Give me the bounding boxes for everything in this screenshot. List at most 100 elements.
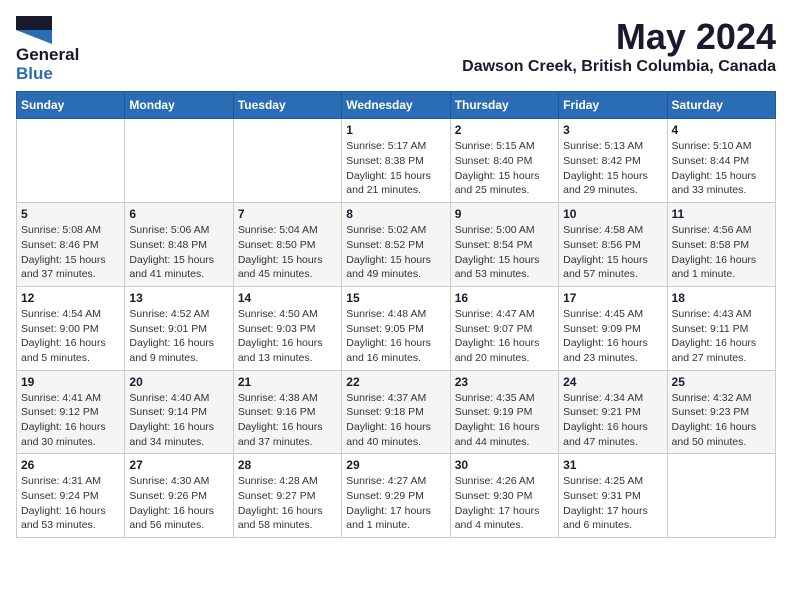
calendar-cell xyxy=(667,454,775,538)
calendar-cell: 6 Sunrise: 5:06 AMSunset: 8:48 PMDaylight… xyxy=(125,203,233,287)
logo-general-text: General xyxy=(16,46,79,65)
day-info: Sunrise: 5:10 AMSunset: 8:44 PMDaylight:… xyxy=(672,139,771,198)
day-number: 15 xyxy=(346,291,445,305)
calendar-cell: 9 Sunrise: 5:00 AMSunset: 8:54 PMDaylight… xyxy=(450,203,558,287)
week-row-2: 5 Sunrise: 5:08 AMSunset: 8:46 PMDaylight… xyxy=(17,203,776,287)
day-number: 21 xyxy=(238,375,337,389)
day-info: Sunrise: 4:28 AMSunset: 9:27 PMDaylight:… xyxy=(238,474,337,533)
day-number: 12 xyxy=(21,291,120,305)
header-friday: Friday xyxy=(559,92,667,119)
day-number: 3 xyxy=(563,123,662,137)
title-area: May 2024 Dawson Creek, British Columbia,… xyxy=(462,16,776,76)
calendar-cell: 1 Sunrise: 5:17 AMSunset: 8:38 PMDaylight… xyxy=(342,119,450,203)
calendar-cell: 24Sunrise: 4:34 AMSunset: 9:21 PMDayligh… xyxy=(559,370,667,454)
calendar-header-row: Sunday Monday Tuesday Wednesday Thursday… xyxy=(17,92,776,119)
day-number: 8 xyxy=(346,207,445,221)
day-info: Sunrise: 4:35 AMSunset: 9:19 PMDaylight:… xyxy=(455,391,554,450)
day-number: 19 xyxy=(21,375,120,389)
calendar-cell: 4 Sunrise: 5:10 AMSunset: 8:44 PMDaylight… xyxy=(667,119,775,203)
calendar-cell: 12 Sunrise: 4:54 AMSunset: 9:00 PMDayligh… xyxy=(17,286,125,370)
day-info: Sunrise: 5:13 AMSunset: 8:42 PMDaylight:… xyxy=(563,139,662,198)
day-number: 9 xyxy=(455,207,554,221)
day-info: Sunrise: 4:52 AMSunset: 9:01 PMDaylight:… xyxy=(129,307,228,366)
logo: General Blue xyxy=(16,16,79,83)
day-info: Sunrise: 4:47 AMSunset: 9:07 PMDaylight:… xyxy=(455,307,554,366)
day-number: 17 xyxy=(563,291,662,305)
calendar-table: Sunday Monday Tuesday Wednesday Thursday… xyxy=(16,91,776,538)
day-info: Sunrise: 4:50 AMSunset: 9:03 PMDaylight:… xyxy=(238,307,337,366)
calendar-cell: 16 Sunrise: 4:47 AMSunset: 9:07 PMDayligh… xyxy=(450,286,558,370)
calendar-cell xyxy=(125,119,233,203)
calendar-cell: 10 Sunrise: 4:58 AMSunset: 8:56 PMDayligh… xyxy=(559,203,667,287)
header-monday: Monday xyxy=(125,92,233,119)
day-number: 10 xyxy=(563,207,662,221)
header-sunday: Sunday xyxy=(17,92,125,119)
day-info: Sunrise: 5:08 AMSunset: 8:46 PMDaylight:… xyxy=(21,223,120,282)
calendar-cell: 31Sunrise: 4:25 AMSunset: 9:31 PMDayligh… xyxy=(559,454,667,538)
day-number: 16 xyxy=(455,291,554,305)
calendar-cell: 7Sunrise: 5:04 AMSunset: 8:50 PMDaylight… xyxy=(233,203,341,287)
day-number: 5 xyxy=(21,207,120,221)
calendar-cell: 20Sunrise: 4:40 AMSunset: 9:14 PMDayligh… xyxy=(125,370,233,454)
week-row-1: 1 Sunrise: 5:17 AMSunset: 8:38 PMDaylight… xyxy=(17,119,776,203)
day-number: 14 xyxy=(238,291,337,305)
logo-blue-text: Blue xyxy=(16,65,79,84)
location-title: Dawson Creek, British Columbia, Canada xyxy=(462,58,776,76)
day-info: Sunrise: 4:30 AMSunset: 9:26 PMDaylight:… xyxy=(129,474,228,533)
day-info: Sunrise: 4:38 AMSunset: 9:16 PMDaylight:… xyxy=(238,391,337,450)
day-number: 25 xyxy=(672,375,771,389)
day-number: 26 xyxy=(21,458,120,472)
calendar-cell: 18Sunrise: 4:43 AMSunset: 9:11 PMDayligh… xyxy=(667,286,775,370)
week-row-4: 19 Sunrise: 4:41 AMSunset: 9:12 PMDayligh… xyxy=(17,370,776,454)
day-info: Sunrise: 5:00 AMSunset: 8:54 PMDaylight:… xyxy=(455,223,554,282)
day-info: Sunrise: 4:48 AMSunset: 9:05 PMDaylight:… xyxy=(346,307,445,366)
day-number: 6 xyxy=(129,207,228,221)
day-info: Sunrise: 5:06 AMSunset: 8:48 PMDaylight:… xyxy=(129,223,228,282)
day-number: 4 xyxy=(672,123,771,137)
header-wednesday: Wednesday xyxy=(342,92,450,119)
day-info: Sunrise: 4:34 AMSunset: 9:21 PMDaylight:… xyxy=(563,391,662,450)
day-info: Sunrise: 4:54 AMSunset: 9:00 PMDaylight:… xyxy=(21,307,120,366)
day-number: 13 xyxy=(129,291,228,305)
day-number: 11 xyxy=(672,207,771,221)
day-info: Sunrise: 4:37 AMSunset: 9:18 PMDaylight:… xyxy=(346,391,445,450)
day-info: Sunrise: 4:40 AMSunset: 9:14 PMDaylight:… xyxy=(129,391,228,450)
day-info: Sunrise: 4:45 AMSunset: 9:09 PMDaylight:… xyxy=(563,307,662,366)
calendar-cell: 13 Sunrise: 4:52 AMSunset: 9:01 PMDayligh… xyxy=(125,286,233,370)
calendar-cell: 30Sunrise: 4:26 AMSunset: 9:30 PMDayligh… xyxy=(450,454,558,538)
day-info: Sunrise: 5:15 AMSunset: 8:40 PMDaylight:… xyxy=(455,139,554,198)
calendar-cell: 3 Sunrise: 5:13 AMSunset: 8:42 PMDaylight… xyxy=(559,119,667,203)
calendar-cell: 17 Sunrise: 4:45 AMSunset: 9:09 PMDayligh… xyxy=(559,286,667,370)
day-number: 2 xyxy=(455,123,554,137)
day-number: 27 xyxy=(129,458,228,472)
header-thursday: Thursday xyxy=(450,92,558,119)
header-saturday: Saturday xyxy=(667,92,775,119)
day-info: Sunrise: 4:58 AMSunset: 8:56 PMDaylight:… xyxy=(563,223,662,282)
header-tuesday: Tuesday xyxy=(233,92,341,119)
day-info: Sunrise: 4:56 AMSunset: 8:58 PMDaylight:… xyxy=(672,223,771,282)
calendar-cell: 23 Sunrise: 4:35 AMSunset: 9:19 PMDayligh… xyxy=(450,370,558,454)
day-number: 29 xyxy=(346,458,445,472)
day-number: 1 xyxy=(346,123,445,137)
calendar-cell: 29Sunrise: 4:27 AMSunset: 9:29 PMDayligh… xyxy=(342,454,450,538)
calendar-cell: 26 Sunrise: 4:31 AMSunset: 9:24 PMDayligh… xyxy=(17,454,125,538)
page-header: General Blue May 2024 Dawson Creek, Brit… xyxy=(16,16,776,83)
calendar-cell: 25 Sunrise: 4:32 AMSunset: 9:23 PMDayligh… xyxy=(667,370,775,454)
calendar-cell: 5 Sunrise: 5:08 AMSunset: 8:46 PMDaylight… xyxy=(17,203,125,287)
day-info: Sunrise: 4:31 AMSunset: 9:24 PMDaylight:… xyxy=(21,474,120,533)
calendar-cell: 15 Sunrise: 4:48 AMSunset: 9:05 PMDayligh… xyxy=(342,286,450,370)
day-number: 31 xyxy=(563,458,662,472)
day-number: 28 xyxy=(238,458,337,472)
day-info: Sunrise: 4:41 AMSunset: 9:12 PMDaylight:… xyxy=(21,391,120,450)
month-title: May 2024 xyxy=(462,16,776,58)
day-info: Sunrise: 5:17 AMSunset: 8:38 PMDaylight:… xyxy=(346,139,445,198)
week-row-3: 12 Sunrise: 4:54 AMSunset: 9:00 PMDayligh… xyxy=(17,286,776,370)
calendar-cell: 22Sunrise: 4:37 AMSunset: 9:18 PMDayligh… xyxy=(342,370,450,454)
calendar-cell: 28 Sunrise: 4:28 AMSunset: 9:27 PMDayligh… xyxy=(233,454,341,538)
calendar-cell: 27 Sunrise: 4:30 AMSunset: 9:26 PMDayligh… xyxy=(125,454,233,538)
day-info: Sunrise: 5:04 AMSunset: 8:50 PMDaylight:… xyxy=(238,223,337,282)
day-info: Sunrise: 4:32 AMSunset: 9:23 PMDaylight:… xyxy=(672,391,771,450)
day-number: 23 xyxy=(455,375,554,389)
week-row-5: 26 Sunrise: 4:31 AMSunset: 9:24 PMDayligh… xyxy=(17,454,776,538)
day-info: Sunrise: 4:43 AMSunset: 9:11 PMDaylight:… xyxy=(672,307,771,366)
